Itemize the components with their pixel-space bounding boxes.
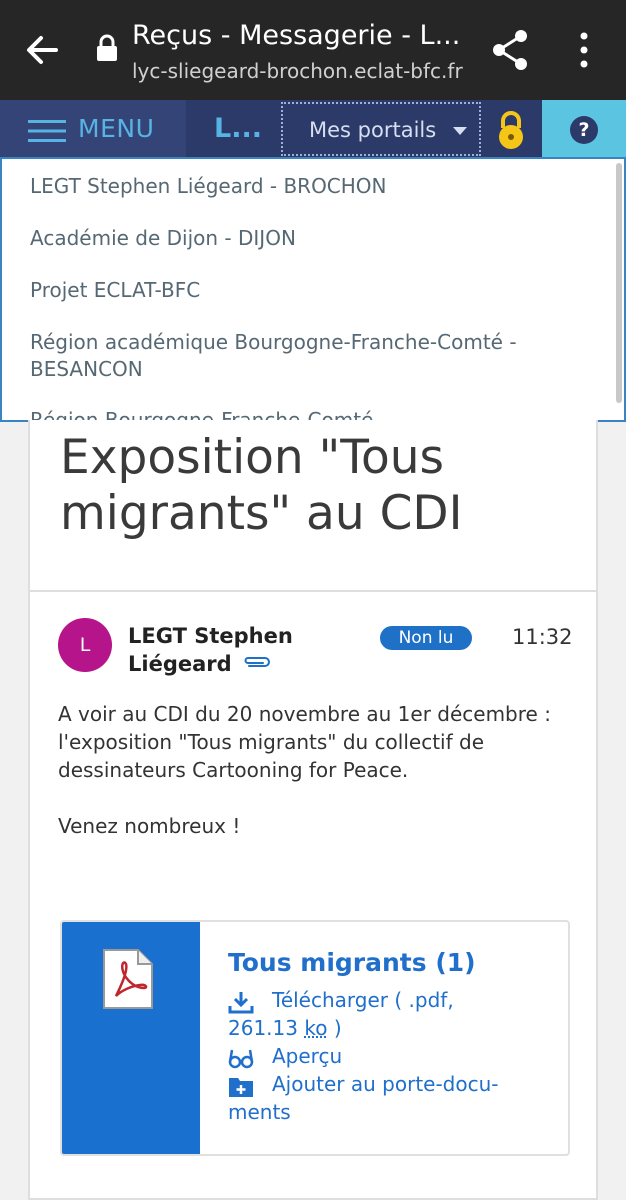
preview-label: Aperçu	[272, 1044, 343, 1068]
help-icon: ?	[570, 116, 598, 144]
browser-toolbar: Reçus - Messagerie - L... lyc-sliegeard-…	[0, 0, 626, 100]
status-badge: Non lu	[380, 626, 472, 650]
file-size-value: 261.13	[228, 1016, 298, 1040]
paperclip-icon	[244, 657, 270, 667]
page-title[interactable]: Reçus - Messagerie - L...	[132, 20, 460, 51]
more-vert-icon[interactable]	[574, 30, 594, 70]
message-card: L LEGT Stephen Liégeard Non lu 11:32 A v…	[28, 590, 598, 1200]
attachment-thumbnail	[62, 922, 200, 1154]
add-to-briefcase-link[interactable]: Ajouter au porte-docu-	[228, 1070, 499, 1098]
menu-label: MENU	[78, 114, 155, 143]
message-time: 11:32	[512, 625, 573, 649]
folder-add-icon	[229, 1078, 253, 1097]
download-link[interactable]: Télécharger ( .pdf,	[228, 986, 454, 1014]
body-paragraph: A voir au CDI du 20 novembre au 1er déce…	[58, 702, 551, 782]
menu-button[interactable]: MENU	[0, 100, 186, 158]
file-size-unit: ko	[304, 1016, 328, 1040]
preview-link[interactable]: Aperçu	[228, 1042, 342, 1070]
message-body: A voir au CDI du 20 novembre au 1er déce…	[58, 700, 578, 840]
glasses-icon	[228, 1049, 254, 1069]
message-subject: Exposition "Tous migrants" au CDI	[60, 430, 463, 541]
hamburger-icon	[28, 120, 66, 142]
avatar: L	[58, 618, 112, 672]
pdf-file-icon	[103, 949, 153, 1009]
sender-name[interactable]: LEGT Stephen Liégeard	[128, 622, 298, 678]
portal-item[interactable]: Projet ECLAT-BFC	[30, 277, 570, 304]
portal-item[interactable]: LEGT Stephen Liégeard - BROCHON	[30, 173, 570, 200]
share-icon[interactable]	[490, 28, 530, 72]
padlock-icon[interactable]	[494, 110, 528, 150]
portals-label: Mes portails	[309, 118, 437, 142]
portal-item[interactable]: Région académique Bourgogne-Franche-Comt…	[30, 329, 570, 383]
download-icon	[228, 992, 254, 1014]
download-label: Télécharger ( .pdf,	[272, 988, 454, 1012]
help-button[interactable]: ?	[542, 100, 626, 158]
url-text[interactable]: lyc-sliegeard-brochon.eclat-bfc.fr	[132, 59, 463, 83]
arrow-back-icon[interactable]	[22, 30, 62, 70]
site-navbar: MENU L... Mes portails ?	[0, 100, 626, 158]
nav-current-service[interactable]: L...	[214, 113, 262, 144]
add-label: Ajouter au porte-docu-	[272, 1072, 499, 1096]
subject-card: Exposition "Tous migrants" au CDI	[28, 420, 598, 592]
body-paragraph: Venez nombreux !	[58, 814, 241, 838]
file-size: 261.13 ko )	[228, 1014, 342, 1042]
portal-item[interactable]: Académie de Dijon - DIJON	[30, 225, 570, 252]
dropdown-scrollbar[interactable]	[616, 163, 622, 403]
file-size-close: )	[333, 1016, 342, 1040]
portals-dropdown-button[interactable]: Mes portails	[281, 102, 481, 156]
portals-dropdown: LEGT Stephen Liégeard - BROCHON Académie…	[0, 157, 626, 422]
attachment-card: Tous migrants (1) Télécharger ( .pdf, 26…	[60, 920, 570, 1156]
lock-icon[interactable]	[96, 34, 118, 62]
chevron-down-icon	[453, 127, 467, 135]
attachment-name[interactable]: Tous migrants (1)	[228, 948, 476, 977]
add-label-continued[interactable]: ments	[228, 1098, 291, 1126]
